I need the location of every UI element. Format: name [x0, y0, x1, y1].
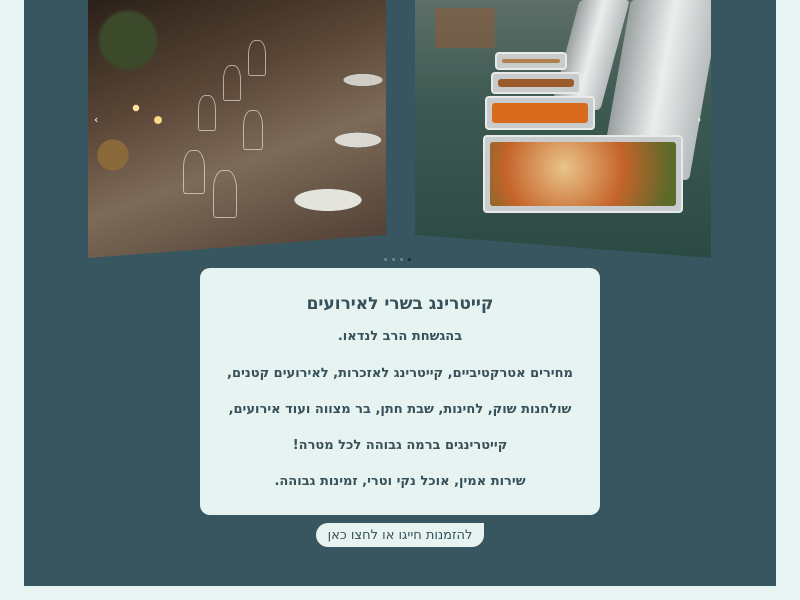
catering-info-card: קייטרינג בשרי לאירועים בהגשחת הרב לנדאו.… — [200, 268, 600, 515]
wine-glass — [223, 65, 241, 101]
carousel-dot[interactable] — [392, 258, 395, 261]
chafing-tray — [485, 96, 595, 130]
carousel-pagination — [384, 258, 411, 261]
carousel-prev-icon[interactable]: ‹ — [94, 114, 98, 125]
wine-glass — [198, 95, 216, 131]
chafing-tray — [483, 135, 683, 213]
card-line: שולחנות שוק, לחינות, שבת חתן, בר מצווה ו… — [228, 402, 572, 417]
background-shelf — [435, 8, 495, 48]
wine-glass — [248, 40, 266, 76]
wine-glass — [183, 150, 205, 194]
chafing-tray — [495, 52, 567, 70]
carousel-dot[interactable] — [384, 258, 387, 261]
card-line: מחירים אטרקטיביים, קייטרינג לאזכרות, לאי… — [227, 366, 573, 381]
card-title: קייטרינג בשרי לאירועים — [306, 294, 494, 314]
card-line: קייטרינגים ברמה גבוהה לכל מטרה! — [292, 438, 508, 453]
card-line: שירות אמין, אוכל נקי וטרי, זמינות גבוהה. — [274, 474, 526, 489]
card-line: בהגשחת הרב לנדאו. — [337, 329, 463, 344]
buffet-chafing-dishes-photo — [415, 0, 711, 258]
wine-glass — [213, 170, 237, 218]
chafing-tray — [491, 72, 581, 94]
carousel-next-icon[interactable]: › — [697, 114, 701, 125]
carousel-dot[interactable] — [400, 258, 403, 261]
carousel-dot-active[interactable] — [408, 258, 411, 261]
order-cta-button[interactable]: להזמנות חייגו או לחצו כאן — [316, 523, 484, 547]
wine-glass — [243, 110, 263, 150]
table-setting-photo — [88, 0, 386, 258]
order-cta-label: להזמנות חייגו או לחצו כאן — [327, 527, 473, 543]
